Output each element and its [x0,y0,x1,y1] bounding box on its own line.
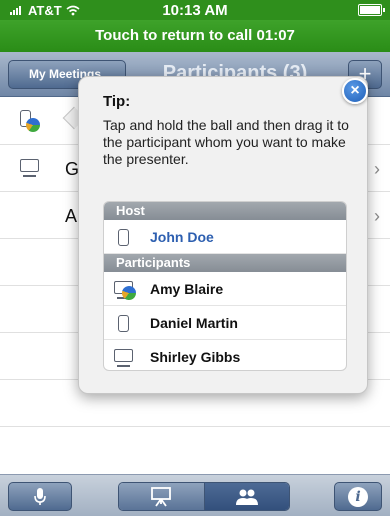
status-time: 10:13 AM [162,2,228,19]
chevron-right-icon: › [374,206,380,226]
participants-section-header: Participants [104,254,346,272]
info-icon: i [348,486,368,507]
info-button[interactable]: i [334,482,382,511]
tip-popover: Tip: Tap and hold the ball and then drag… [78,76,368,394]
bottom-toolbar: i [0,474,390,516]
participant-name: Amy Blaire [150,281,224,297]
phone-with-ball-icon [20,110,40,132]
presentation-icon [151,486,172,507]
call-duration: 01:07 [256,27,295,44]
tip-participants-list: Host John Doe Participants Amy Blaire Da… [103,201,347,371]
host-name: John Doe [150,229,214,245]
presentation-tab[interactable] [119,483,204,510]
desktop-icon [20,159,39,177]
chevron-right-icon: › [374,159,380,179]
participant-row[interactable]: Daniel Martin [104,306,346,340]
participants-icon [235,489,258,505]
return-to-call-bar[interactable]: Touch to return to call 01:07 [0,20,390,52]
return-to-call-text: Touch to return to call [95,27,253,44]
participant-row[interactable]: Shirley Gibbs [104,340,346,370]
phone-icon [118,229,129,251]
participant-row[interactable]: Amy Blaire [104,272,346,306]
microphone-button[interactable] [8,482,72,511]
participants-tab[interactable] [203,483,289,510]
phone-icon [118,315,129,337]
microphone-icon [34,487,46,505]
list-item-label: A [65,206,78,226]
list-item-label: G [65,159,80,179]
tip-title: Tip: [103,93,131,110]
participant-name: Shirley Gibbs [150,349,241,365]
host-row[interactable]: John Doe [104,220,346,254]
status-bar: AT&T 10:13 AM [0,0,390,20]
desktop-with-ball-icon [114,281,136,300]
participant-name: Daniel Martin [150,315,238,331]
view-segmented-control [118,482,290,511]
battery-icon [358,4,385,16]
close-x-icon[interactable]: × [342,78,368,104]
host-section-header: Host [104,202,346,220]
tip-text: Tap and hold the ball and then drag it t… [103,117,349,167]
desktop-icon [114,349,133,367]
